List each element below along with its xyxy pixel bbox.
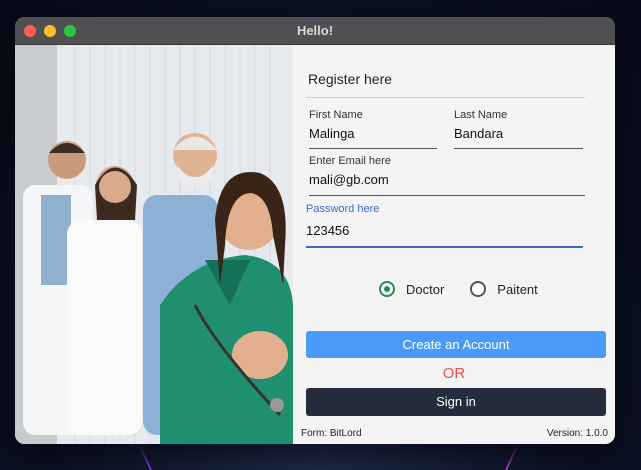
email-field[interactable]: Enter Email here mali@gb.com [309,155,585,196]
radio-doctor[interactable]: Doctor [379,281,444,297]
title-bar: Hello! [15,17,615,45]
last-name-value[interactable]: Bandara [454,126,583,141]
doctors-photo [15,45,293,444]
background-glow-line [505,442,520,470]
password-underline [306,246,583,248]
app-window: Hello! Register here First Name Malinga … [15,17,615,444]
background-glow-line [137,442,152,470]
create-account-button[interactable]: Create an Account [306,331,606,358]
radio-doctor-label[interactable]: Doctor [406,282,444,297]
doctors-illustration [15,45,293,444]
radio-patient-indicator[interactable] [470,281,487,297]
email-underline [309,195,585,196]
first-name-field[interactable]: First Name Malinga [309,109,437,149]
email-value[interactable]: mali@gb.com [309,172,585,187]
radio-patient[interactable]: Paitent [470,281,538,297]
footer-form-credit: Form: BitLord [301,428,362,439]
radio-patient-label[interactable]: Paitent [497,282,537,297]
password-value[interactable]: 123456 [306,223,583,238]
or-separator: OR [442,365,466,382]
email-label: Enter Email here [309,155,391,167]
last-name-label: Last Name [454,109,508,121]
window-title: Hello! [296,23,334,38]
role-radio-group: Doctor Paitent [379,281,564,297]
password-label: Password here [306,203,380,215]
first-name-label: First Name [309,109,363,121]
heading-divider [306,97,585,98]
first-name-value[interactable]: Malinga [309,126,437,141]
radio-doctor-indicator[interactable] [379,281,395,297]
last-name-underline [454,148,583,149]
footer-version: Version: 1.0.0 [546,428,608,439]
password-field[interactable]: Password here 123456 [306,203,583,248]
sign-in-button[interactable]: Sign in [306,388,606,416]
last-name-field[interactable]: Last Name Bandara [454,109,583,149]
first-name-underline [309,148,437,149]
form-heading: Register here [308,71,393,87]
registration-form: Register here First Name Malinga Last Na… [293,45,615,444]
